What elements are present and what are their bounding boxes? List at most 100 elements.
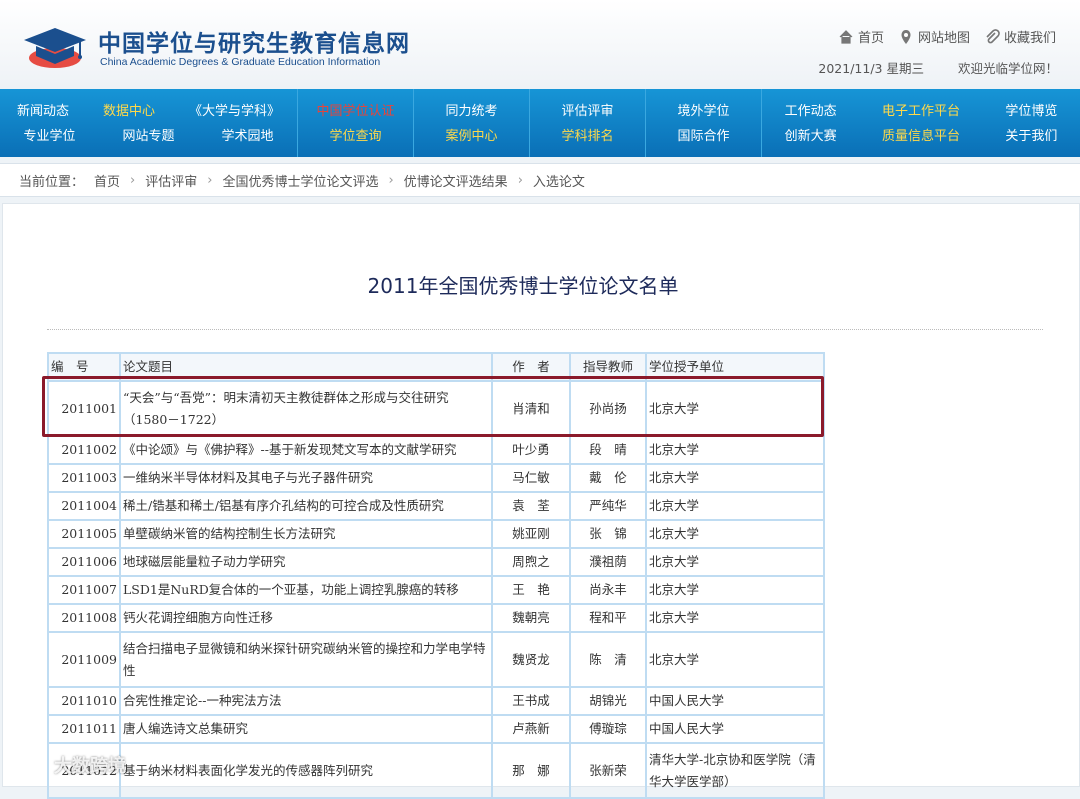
nav-group-2: 中国学位认证 学位查询	[298, 89, 414, 157]
table-row: 2011006 地球磁层能量粒子动力学研究 周煦之 濮祖荫 北京大学	[47, 547, 825, 577]
nav-degree-cert[interactable]: 中国学位认证	[316, 100, 394, 125]
table-row: 2011009 结合扫描电子显微镜和纳米探针研究碳纳米管的操控和力学电学特性 魏…	[47, 631, 825, 688]
table-row: 2011012 基于纳米材料表面化学发光的传感器阵列研究 那 娜 张新荣 清华大…	[47, 742, 825, 799]
nav-group-6: 工作动态 电子工作平台 学位博览 创新大赛 质量信息平台 关于我们	[762, 89, 1080, 157]
cell-unit: 中国人民大学	[645, 714, 825, 744]
cell-id: 2011005	[47, 519, 121, 549]
nav-discipline-ranking[interactable]: 学科排名	[561, 125, 613, 150]
nav-work-news[interactable]: 工作动态	[785, 100, 837, 125]
favorite-link[interactable]: 收藏我们	[984, 27, 1056, 46]
cell-author: 魏贤龙	[491, 631, 571, 688]
breadcrumb-evaluation[interactable]: 评估评审	[145, 171, 197, 190]
cell-title: 结合扫描电子显微镜和纳米探针研究碳纳米管的操控和力学电学特性	[119, 631, 493, 688]
cell-id: 2011010	[47, 686, 121, 716]
cell-title: 地球磁层能量粒子动力学研究	[119, 547, 493, 577]
cell-unit: 中国人民大学	[645, 686, 825, 716]
cell-unit: 北京大学	[645, 519, 825, 549]
nav-data-center[interactable]: 数据中心	[103, 100, 155, 125]
home-link[interactable]: 首页	[838, 27, 884, 46]
cell-author: 马仁敏	[491, 463, 571, 493]
cell-id: 2011001	[47, 380, 121, 437]
cell-author: 王 艳	[491, 575, 571, 605]
nav-news[interactable]: 新闻动态	[17, 100, 69, 125]
site-title[interactable]: 中国学位与研究生教育信息网	[98, 24, 410, 58]
breadcrumb: 当前位置： 首页 › 评估评审 › 全国优秀博士学位论文评选 › 优博论文评选结…	[0, 163, 1080, 197]
nav-unified-exam[interactable]: 同力统考	[445, 100, 497, 125]
breadcrumb-current: 入选论文	[532, 174, 585, 190]
table-row: 2011011 唐人编选诗文总集研究 卢燕新 傅璇琮 中国人民大学	[47, 714, 825, 744]
cell-advisor: 严纯华	[569, 491, 647, 521]
cell-unit: 北京大学	[645, 491, 825, 521]
home-icon	[839, 29, 853, 44]
nav-overseas-degree[interactable]: 境外学位	[677, 100, 729, 125]
table-row: 2011001 “天会”与“吾党”：明末清初天主教徒群体之形成与交往研究（158…	[47, 380, 825, 437]
nav-case-center[interactable]: 案例中心	[445, 125, 497, 150]
nav-professional-degree[interactable]: 专业学位	[23, 125, 75, 150]
nav-university-discipline[interactable]: 《大学与学科》	[189, 100, 280, 125]
cell-advisor: 濮祖荫	[569, 547, 647, 577]
cell-id: 2011008	[47, 603, 121, 633]
top-links: 首页 网站地图 收藏我们	[838, 27, 1056, 46]
mortarboard-logo-icon[interactable]	[20, 22, 90, 72]
nav-topics[interactable]: 网站专题	[122, 125, 174, 150]
chevron-right-icon: ›	[517, 172, 523, 188]
nav-e-platform[interactable]: 电子工作平台	[882, 100, 960, 125]
table-row: 2011008 钙火花调控细胞方向性迁移 魏朝亮 程和平 北京大学	[47, 603, 825, 633]
nav-degree-expo[interactable]: 学位博览	[1005, 100, 1057, 125]
cell-unit: 北京大学	[645, 380, 825, 437]
sitemap-link-label: 网站地图	[917, 31, 970, 46]
breadcrumb-home[interactable]: 首页	[94, 171, 120, 190]
cell-advisor: 胡锦光	[569, 686, 647, 716]
cell-unit: 北京大学	[645, 603, 825, 633]
cell-title: 合宪性推定论--一种宪法方法	[119, 686, 493, 716]
cell-title: 唐人编选诗文总集研究	[119, 714, 493, 744]
cell-advisor: 张新荣	[569, 742, 647, 799]
cell-unit: 北京大学	[645, 435, 825, 465]
chevron-right-icon: ›	[130, 172, 136, 188]
cell-title: 基于纳米材料表面化学发光的传感器阵列研究	[119, 742, 493, 799]
breadcrumb-thesis-selection[interactable]: 全国优秀博士学位论文评选	[222, 171, 378, 190]
sitemap-link[interactable]: 网站地图	[898, 27, 970, 46]
cell-unit: 北京大学	[645, 547, 825, 577]
cell-unit: 北京大学	[645, 463, 825, 493]
date-welcome: 2021/11/3 星期三 欢迎光临学位网！	[818, 58, 1058, 77]
nav-quality-platform[interactable]: 质量信息平台	[882, 125, 960, 150]
cell-author: 袁 荃	[491, 491, 571, 521]
cell-title: 单壁碳纳米管的结构控制生长方法研究	[119, 519, 493, 549]
site-subtitle: China Academic Degrees & Graduate Educat…	[100, 56, 381, 68]
header-author: 作 者	[491, 352, 571, 382]
main-nav: 新闻动态 数据中心 《大学与学科》 专业学位 网站专题 学术园地 中国学位认证 …	[0, 89, 1080, 157]
nav-degree-query[interactable]: 学位查询	[329, 125, 381, 150]
cell-id: 2011009	[47, 631, 121, 688]
cell-unit: 北京大学	[645, 631, 825, 688]
watermark-text: 大数跨境	[54, 756, 126, 777]
cell-advisor: 程和平	[569, 603, 647, 633]
cell-author: 叶少勇	[491, 435, 571, 465]
cell-id: 2011006	[47, 547, 121, 577]
watermark: 大数跨境	[8, 752, 126, 778]
nav-innovation-contest[interactable]: 创新大赛	[785, 125, 837, 150]
nav-about-us[interactable]: 关于我们	[1005, 125, 1057, 150]
cell-id: 2011007	[47, 575, 121, 605]
cell-author: 王书成	[491, 686, 571, 716]
table-row: 2011004 稀土/锆基和稀土/铝基有序介孔结构的可控合成及性质研究 袁 荃 …	[47, 491, 825, 521]
cell-title: “天会”与“吾党”：明末清初天主教徒群体之形成与交往研究（1580－1722）	[119, 380, 493, 437]
table-row: 2011002 《中论颂》与《佛护释》--基于新发现梵文写本的文献学研究 叶少勇…	[47, 435, 825, 465]
nav-group-5: 境外学位 国际合作	[646, 89, 762, 157]
nav-international[interactable]: 国际合作	[677, 125, 729, 150]
breadcrumb-label: 当前位置：	[19, 174, 85, 190]
nav-academic-garden[interactable]: 学术园地	[221, 125, 273, 150]
nav-group-3: 同力统考 案例中心	[414, 89, 530, 157]
site-header: 中国学位与研究生教育信息网 China Academic Degrees & G…	[0, 0, 1080, 89]
welcome-text: 欢迎光临学位网！	[957, 61, 1058, 76]
home-link-label: 首页	[857, 31, 884, 46]
cell-author: 肖清和	[491, 380, 571, 437]
nav-evaluation[interactable]: 评估评审	[561, 100, 613, 125]
breadcrumb-results[interactable]: 优博论文评选结果	[404, 171, 508, 190]
nav-group-1: 新闻动态 数据中心 《大学与学科》 专业学位 网站专题 学术园地	[0, 89, 298, 157]
cell-advisor: 孙尚扬	[569, 380, 647, 437]
header-unit: 学位授予单位	[645, 352, 825, 382]
map-pin-icon	[901, 29, 911, 44]
divider	[47, 329, 1043, 330]
thesis-table: 编 号 论文题目 作 者 指导教师 学位授予单位 2011001 “天会”与“吾…	[47, 352, 825, 799]
